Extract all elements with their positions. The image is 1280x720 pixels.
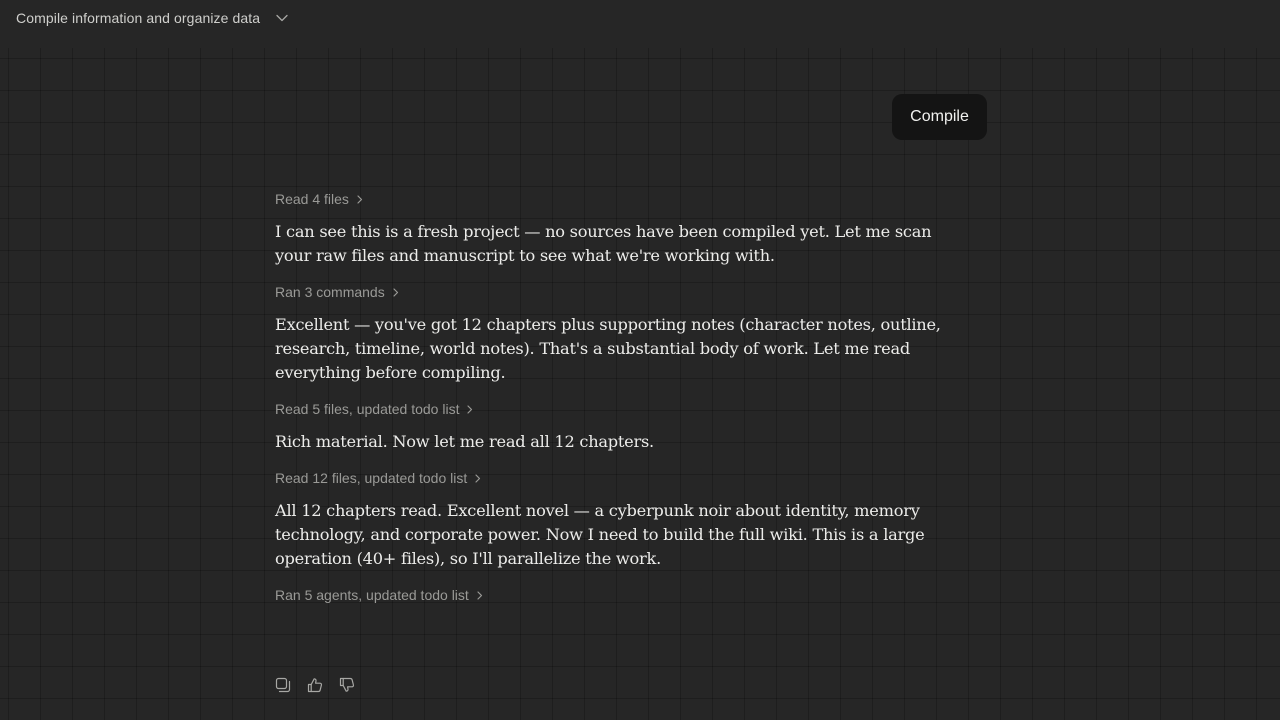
tool-summary-toggle[interactable]: Ran 5 agents, updated todo list xyxy=(275,583,965,607)
tool-summary-label: Read 12 files, updated todo list xyxy=(275,470,468,486)
chevron-right-icon xyxy=(357,194,363,204)
conversation-title-dropdown[interactable]: Compile information and organize data xyxy=(16,8,288,28)
assistant-message: All 12 chapters read. Excellent novel — … xyxy=(275,501,925,568)
chevron-down-icon xyxy=(276,14,288,22)
chevron-right-icon xyxy=(475,473,481,483)
copy-icon[interactable] xyxy=(275,676,291,694)
tool-summary-label: Ran 5 agents, updated todo list xyxy=(275,587,469,603)
top-bar: Compile information and organize data xyxy=(0,0,1280,36)
user-message-bubble: Compile xyxy=(892,94,987,140)
tool-summary-toggle[interactable]: Read 12 files, updated todo list xyxy=(275,466,965,490)
thumbs-down-icon[interactable] xyxy=(339,676,355,694)
tool-summary-label: Read 5 files, updated todo list xyxy=(275,401,460,417)
assistant-message: Rich material. Now let me read all 12 ch… xyxy=(275,432,654,451)
tool-summary-toggle[interactable]: Ran 3 commands xyxy=(275,280,965,304)
tool-summary-toggle[interactable]: Read 4 files xyxy=(275,187,965,211)
conversation-title: Compile information and organize data xyxy=(16,10,261,26)
chevron-right-icon xyxy=(477,590,482,600)
assistant-message: Excellent — you've got 12 chapters plus … xyxy=(275,315,941,382)
assistant-response: Read 4 files I can see this is a fresh p… xyxy=(275,187,965,607)
chevron-right-icon xyxy=(393,287,398,297)
thumbs-up-icon[interactable] xyxy=(307,676,323,694)
assistant-message: I can see this is a fresh project — no s… xyxy=(275,222,932,265)
tool-summary-label: Read 4 files xyxy=(275,191,349,207)
chevron-right-icon xyxy=(467,404,473,414)
message-actions xyxy=(275,676,355,694)
tool-summary-toggle[interactable]: Read 5 files, updated todo list xyxy=(275,397,965,421)
tool-summary-label: Ran 3 commands xyxy=(275,284,385,300)
